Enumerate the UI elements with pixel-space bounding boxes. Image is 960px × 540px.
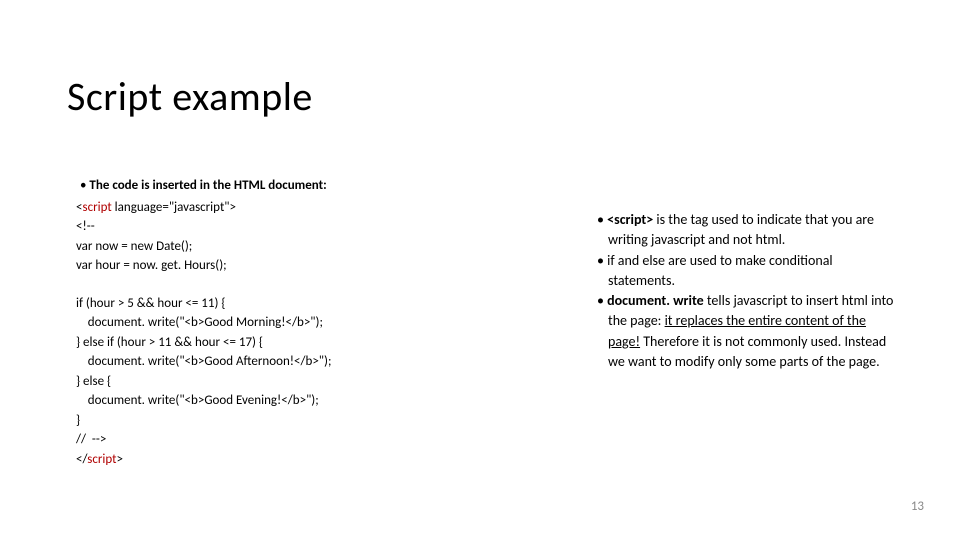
slide-title: Script example (67, 72, 313, 121)
slide: Script example The code is inserted in t… (0, 0, 960, 540)
intro-text: The code is inserted in the HTML documen… (76, 176, 506, 196)
tag-keyword: script (82, 200, 111, 215)
text-segment: document. write (607, 292, 704, 309)
code-line: var hour = now. get. Hours(); (76, 256, 506, 276)
page-number: 13 (911, 499, 924, 514)
code-line: <!-- (76, 217, 506, 237)
code-line: </script> (76, 450, 506, 470)
bullet-item: if and else are used to make conditional… (594, 251, 894, 292)
tag-keyword: script (87, 452, 116, 467)
text-segment: if and else are used to make conditional… (607, 252, 832, 289)
code-line: } (76, 411, 506, 431)
code-line: document. write("<b>Good Evening!</b>"); (76, 391, 506, 411)
code-line: if (hour > 5 && hour <= 11) { (76, 294, 506, 314)
left-column: The code is inserted in the HTML documen… (76, 176, 506, 469)
code-line: } else if (hour > 11 && hour <= 17) { (76, 333, 506, 353)
code-line: document. write("<b>Good Afternoon!</b>"… (76, 352, 506, 372)
code-line: document. write("<b>Good Morning!</b>"); (76, 313, 506, 333)
code-line: } else { (76, 372, 506, 392)
text-segment: <script> (607, 211, 653, 228)
bullet-item: <script> is the tag used to indicate tha… (594, 210, 894, 251)
text-segment: Therefore it is not commonly used. Inste… (608, 333, 886, 370)
code-line: // --> (76, 430, 506, 450)
code-block-2: if (hour > 5 && hour <= 11) { document. … (76, 294, 506, 470)
code-line: <script language="javascript"> (76, 198, 506, 218)
code-block-1: <script language="javascript"><!--var no… (76, 198, 506, 276)
right-column: <script> is the tag used to indicate tha… (594, 210, 894, 372)
bullet-list: <script> is the tag used to indicate tha… (594, 210, 894, 372)
bullet-item: document. write tells javascript to inse… (594, 291, 894, 372)
code-line: var now = new Date(); (76, 237, 506, 257)
